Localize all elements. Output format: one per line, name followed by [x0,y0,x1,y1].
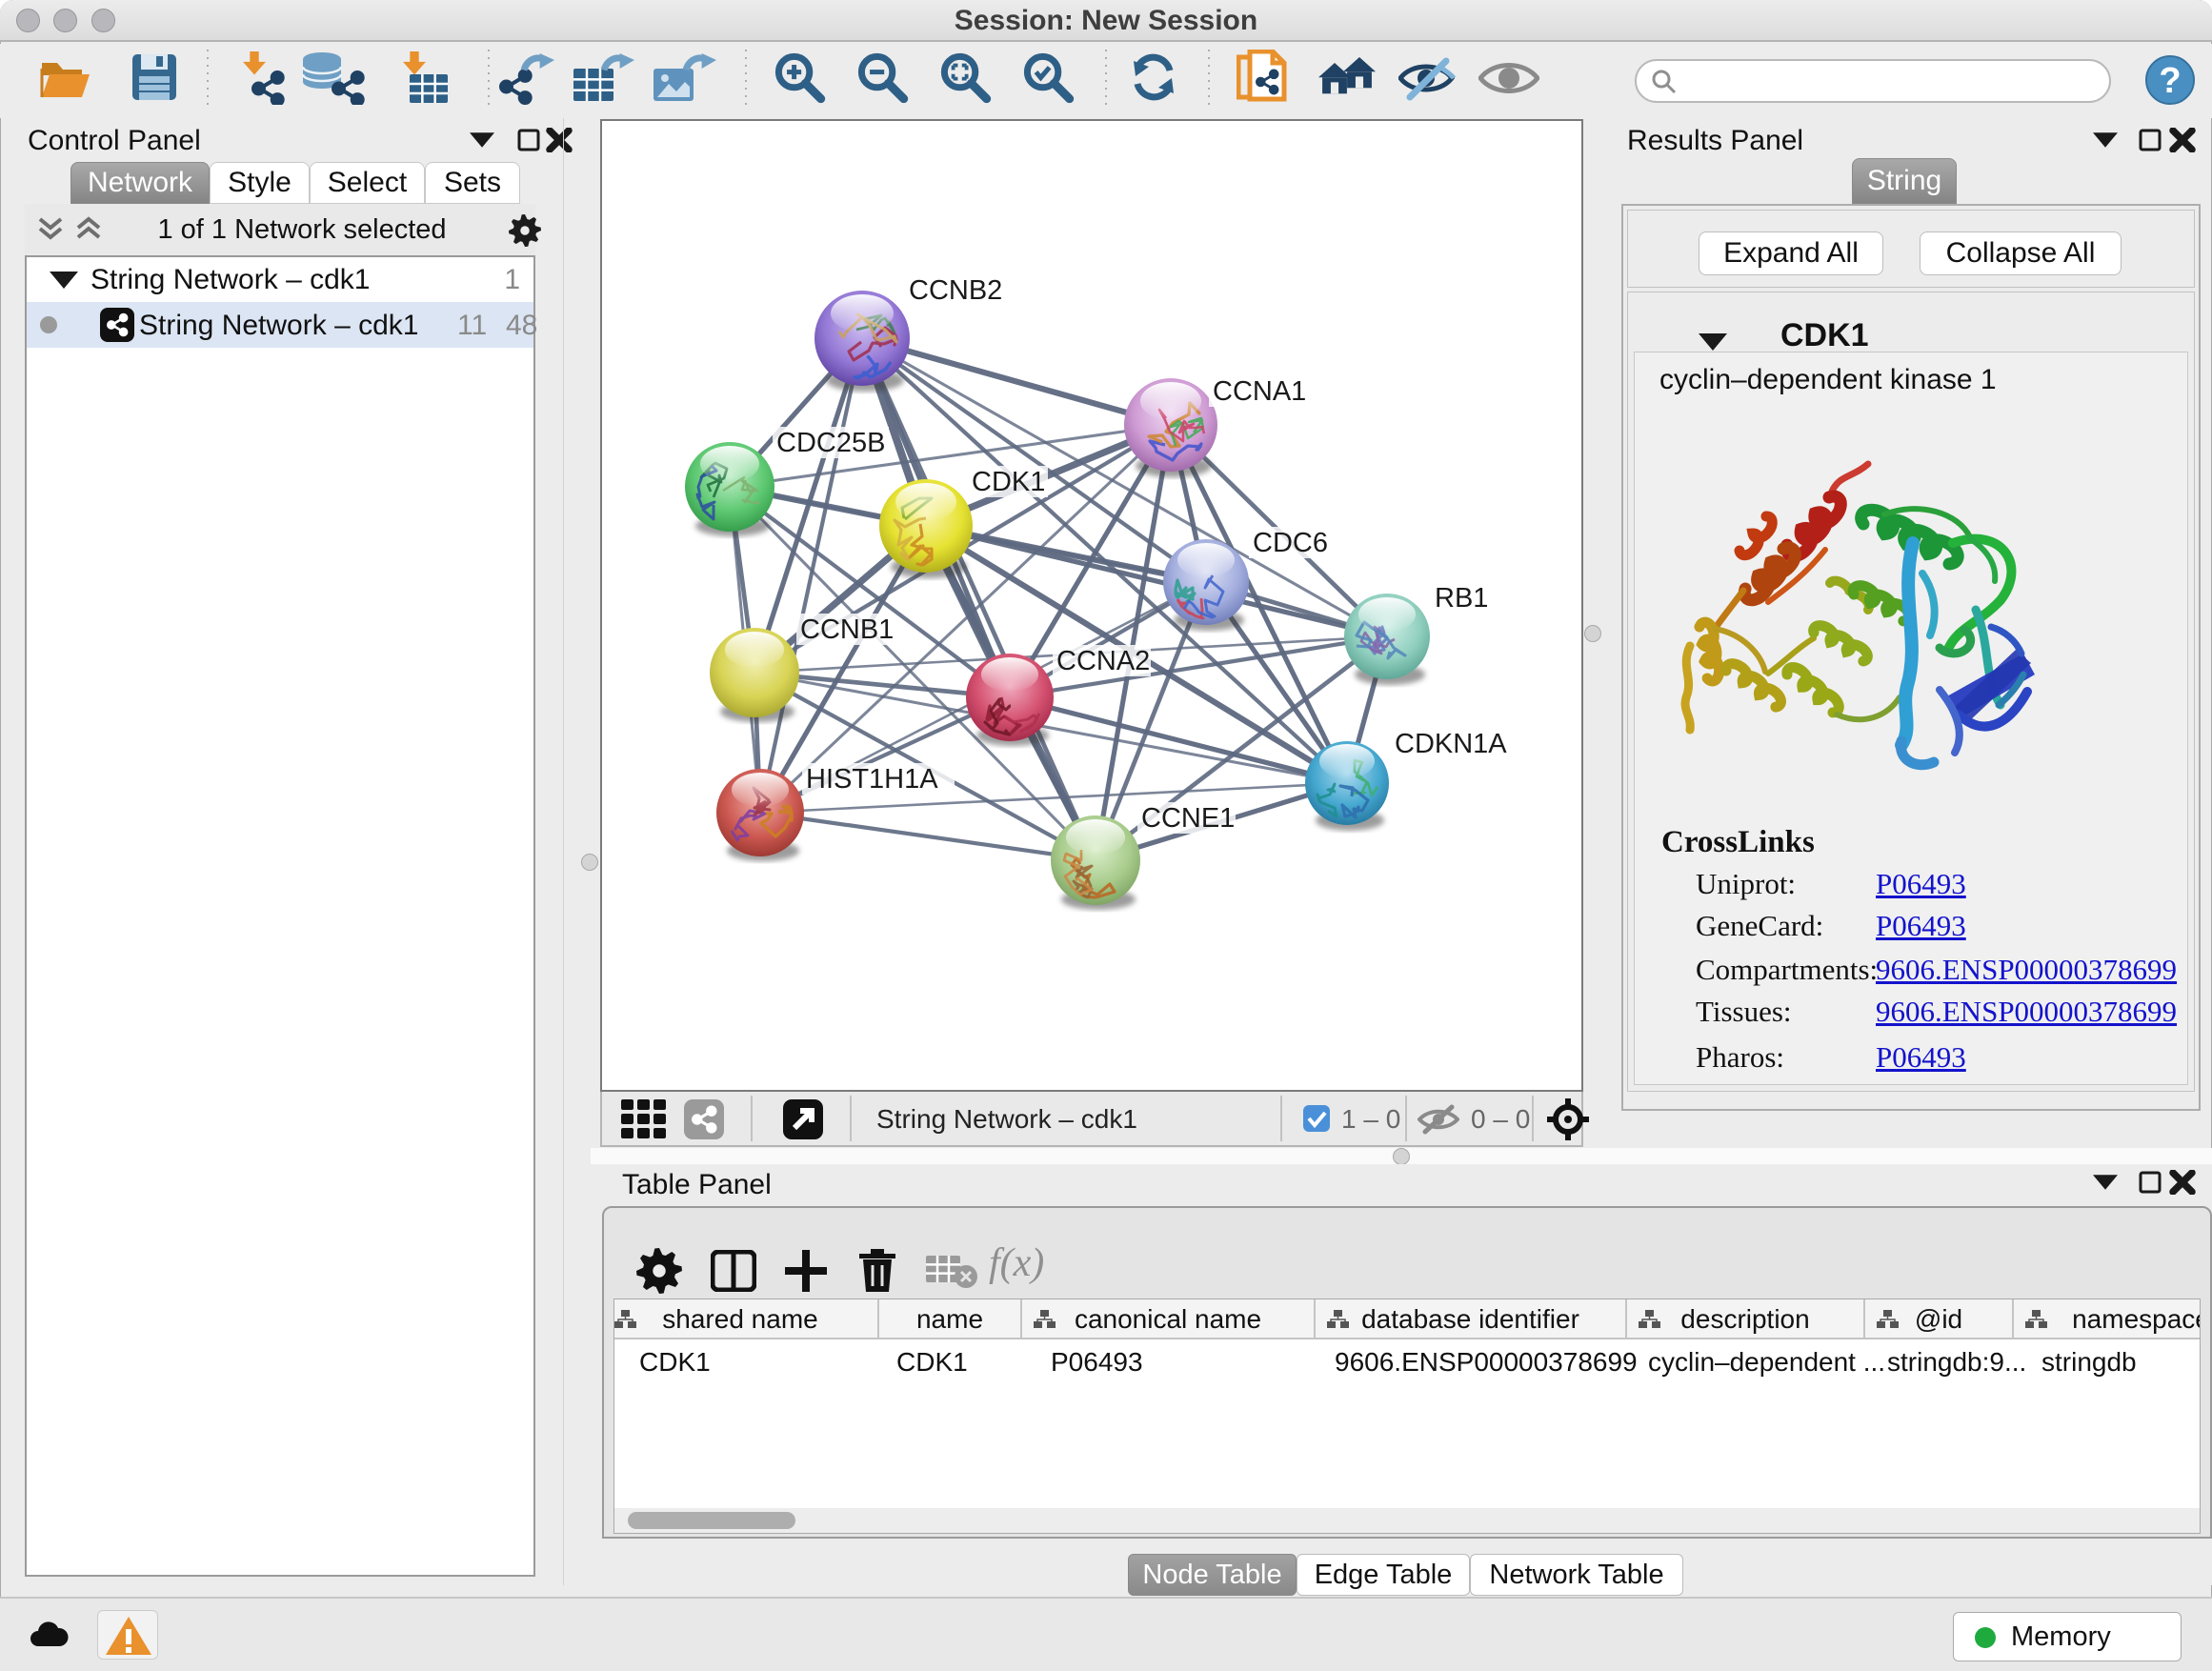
svg-text:CCNE1: CCNE1 [1141,803,1235,834]
svg-text:CCNA1: CCNA1 [1213,376,1306,407]
svg-text:CDKN1A: CDKN1A [1395,729,1507,759]
svg-text:RB1: RB1 [1435,583,1488,614]
svg-text:CDC6: CDC6 [1253,528,1328,558]
svg-text:CCNA2: CCNA2 [1056,646,1150,676]
svg-text:CDC25B: CDC25B [776,428,885,458]
svg-text:CCNB2: CCNB2 [909,275,1002,306]
svg-text:HIST1H1A: HIST1H1A [806,764,938,795]
svg-text:CDK1: CDK1 [972,467,1045,497]
svg-text:CCNB1: CCNB1 [800,614,894,645]
